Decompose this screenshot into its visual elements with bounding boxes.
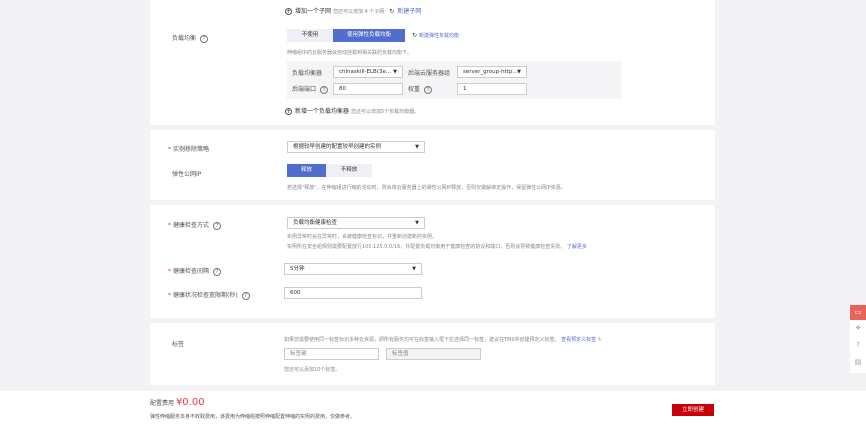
cost-value: ¥0.00 xyxy=(175,397,205,408)
health-interval-select[interactable]: 5分钟 ▼ xyxy=(284,263,422,275)
removal-policy-select[interactable]: 根据较早创建的配置较早创建的实例 ▼ xyxy=(287,141,425,153)
lb-hint: 伸缩组中的云服务器会自动挂载到相关联的负载均衡下。 xyxy=(287,50,413,56)
right-float-bar: ▭ ✧ ? ▤ xyxy=(850,305,866,373)
help-icon[interactable]: ? xyxy=(200,35,209,43)
health-method-select[interactable]: 负载均衡健康检查 ▼ xyxy=(287,217,425,229)
service-icon[interactable]: ✧ xyxy=(850,320,866,337)
help-icon[interactable]: ? xyxy=(424,86,433,94)
eip-release[interactable]: 释放 xyxy=(287,164,326,177)
grace-period-input[interactable]: 600 xyxy=(284,287,422,299)
server-group-select[interactable]: server_group-http... ▼ xyxy=(457,66,527,78)
new-elb-link[interactable]: 新建弹性负载均衡 xyxy=(419,33,459,39)
help-icon[interactable]: ? xyxy=(320,86,329,94)
lb-label: 负载均衡? xyxy=(172,33,209,43)
create-button[interactable]: 立即创建 xyxy=(672,404,714,416)
help-icon[interactable]: ? xyxy=(241,292,250,300)
network-card: + 增加一个子网 您还可以增加 4 个子网 ↻ 新建子网 负载均衡? 不使用 使用弹… xyxy=(150,0,715,125)
tag-key-input[interactable]: 标签键 xyxy=(284,348,379,360)
health-card: * 健康检查方式? 负载均衡健康检查 ▼ 实例异常时会在异常时，会被健康检查标识，并… xyxy=(150,205,715,318)
tag-value-input[interactable]: 标签值 xyxy=(386,348,481,360)
lb-option-none[interactable]: 不使用 xyxy=(287,29,333,42)
plus-icon: + xyxy=(285,8,292,15)
footer: 配置费用 ¥0.00 弹性伸缩服务本身不收取费用，该费用为伸缩组按照伸缩配置伸缩… xyxy=(0,391,866,427)
refresh-icon[interactable]: ↻ xyxy=(412,32,419,39)
removal-card: * 实例移除策略 根据较早创建的配置较早创建的实例 ▼ 弹性公网IP 释放 不释放 … xyxy=(150,130,715,200)
view-tags-link[interactable]: 查看预定义标签 xyxy=(561,337,596,343)
weight-input[interactable]: 1 xyxy=(457,83,527,95)
help-icon[interactable]: ? xyxy=(850,337,866,354)
tags-card: 标签 如果您需要使用同一标签标识多种云资源，即所有服务均可在标签输入框下拉选择同… xyxy=(150,323,715,385)
add-balancer[interactable]: + 新增一个负载均衡器 您还可以增加5个负载均衡器。 xyxy=(285,106,419,115)
balancer-select[interactable]: chinaskill-ELB(3e... ▼ xyxy=(333,66,403,78)
refresh-icon[interactable]: ↻ xyxy=(389,8,394,15)
port-input[interactable]: 80 xyxy=(333,83,403,95)
help-icon[interactable]: ? xyxy=(213,222,222,230)
lb-option-elb[interactable]: 使用弹性负载均衡 xyxy=(333,29,405,42)
feedback-icon[interactable]: ▭ xyxy=(850,305,866,320)
add-subnet[interactable]: + 增加一个子网 您还可以增加 4 个子网 ↻ 新建子网 xyxy=(285,6,421,15)
document-icon[interactable]: ▤ xyxy=(850,354,866,371)
eip-keep[interactable]: 不释放 xyxy=(326,164,372,177)
new-subnet-link[interactable]: 新建子网 xyxy=(397,8,421,15)
help-icon[interactable]: ? xyxy=(213,268,222,276)
refresh-icon[interactable]: ↻ xyxy=(598,337,602,343)
learn-more-link[interactable]: 了解更多 xyxy=(567,244,587,250)
plus-icon: + xyxy=(285,108,292,115)
